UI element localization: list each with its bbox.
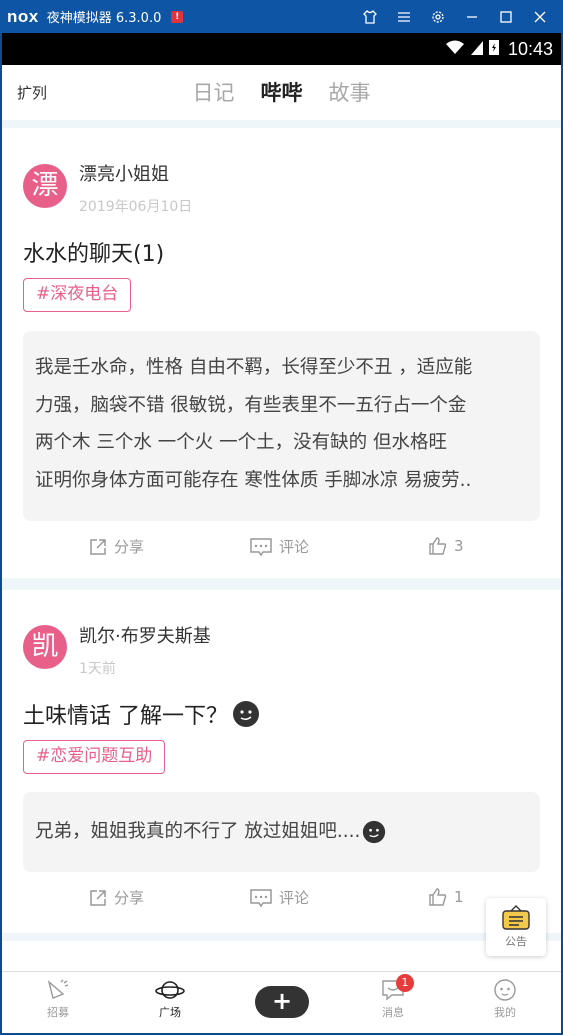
android-status-bar: 10:43 (2, 33, 561, 65)
like-count: 3 (454, 537, 464, 555)
post-title[interactable]: 水水的聊天(1) (23, 236, 164, 268)
share-button[interactable]: 分享 (88, 887, 144, 908)
tab-bibi[interactable]: 哔哔 (261, 77, 303, 107)
minimize-icon[interactable] (455, 9, 489, 25)
nav-recruit[interactable]: 招募 (28, 978, 88, 1020)
tab-diary[interactable]: 日记 (193, 77, 235, 107)
like-button[interactable]: 1 (428, 887, 464, 907)
maximize-icon[interactable] (489, 9, 523, 25)
post-username[interactable]: 漂亮小姐姐 (79, 160, 169, 186)
feed-tabs: 日记 哔哔 故事 (2, 77, 561, 107)
nav-square[interactable]: 广场 (140, 978, 200, 1020)
nav-mine-label: 我的 (494, 1006, 516, 1019)
excerpt-line: 我是壬水命，性格 自由不羁，长得至少不丑 ，适应能 (35, 357, 473, 378)
close-icon[interactable] (523, 9, 557, 25)
nav-square-label: 广场 (159, 1006, 181, 1019)
post-date: 1天前 (79, 661, 116, 677)
like-button[interactable]: 3 (428, 536, 464, 556)
profile-face-icon (494, 979, 516, 1001)
share-label: 分享 (114, 889, 145, 907)
comment-icon (250, 537, 272, 556)
post-excerpt[interactable]: 我是壬水命，性格 自由不羁，长得至少不丑 ，适应能 力强，脑袋不错 很敏锐，有些… (23, 331, 540, 521)
post-date: 2019年06月10日 (79, 199, 193, 215)
excerpt-line: 两个木 三个水 一个火 一个土，没有缺的 但水格旺 (35, 432, 448, 453)
share-label: 分享 (114, 538, 145, 556)
smirk-emoji-icon (233, 701, 259, 727)
nav-messages-label: 消息 (382, 1006, 404, 1019)
emulator-alert-icon[interactable]: ! (171, 10, 184, 23)
post-title[interactable]: 土味情话 了解一下？ (23, 698, 260, 730)
announcement-label: 公告 (505, 935, 527, 948)
top-navigation: 扩列 日记 哔哔 故事 (2, 65, 561, 120)
comment-label: 评论 (279, 538, 310, 556)
share-button[interactable]: 分享 (88, 536, 144, 557)
post-title-text: 土味情话 了解一下？ (23, 704, 228, 729)
status-time: 10:43 (507, 38, 553, 59)
unread-badge: 1 (396, 974, 414, 992)
excerpt-line: 兄弟，姐姐我真的不行了 放过姐姐吧.... (35, 821, 361, 843)
post-actions: 分享 评论 1 (2, 887, 561, 917)
topic-tag[interactable]: #深夜电台 (23, 278, 132, 312)
nav-mine[interactable]: 我的 (475, 978, 535, 1020)
share-icon (90, 538, 106, 555)
topic-tag[interactable]: #恋爱问题互助 (23, 740, 166, 774)
post-card[interactable]: 漂 漂亮小姐姐 2019年06月10日 水水的聊天(1) #深夜电台 我是壬水命… (2, 128, 561, 578)
recruit-icon (47, 979, 69, 999)
announcement-button[interactable]: 公告 (486, 898, 546, 956)
nav-messages[interactable]: 消息 (363, 978, 423, 1020)
signal-icon (470, 38, 484, 60)
avatar[interactable]: 凯 (23, 625, 67, 669)
share-icon (90, 889, 106, 906)
emulator-title: 夜神模拟器 6.3.0.0 (46, 11, 162, 26)
nav-recruit-label: 招募 (47, 1006, 69, 1019)
avatar[interactable]: 漂 (23, 164, 67, 208)
comment-button[interactable]: 评论 (249, 536, 309, 557)
status-indicators: 10:43 (444, 33, 553, 65)
excerpt-line: 力强，脑袋不错 很敏锐，有些表里不一五行占一个金 (35, 394, 467, 416)
create-post-button[interactable]: + (255, 986, 309, 1018)
post-username[interactable]: 凯尔·布罗夫斯基 (79, 622, 211, 648)
like-count: 1 (454, 888, 464, 906)
battery-icon (488, 38, 500, 60)
tab-story[interactable]: 故事 (329, 77, 371, 107)
excerpt-line: 证明你身体方面可能存在 寒性体质 手脚冰凉 易疲劳.. (35, 469, 472, 491)
emulator-window-controls (353, 0, 557, 33)
post-title-text: 水水的聊天(1) (23, 242, 165, 267)
post-card[interactable]: 凯 凯尔·布罗夫斯基 1天前 土味情话 了解一下？ #恋爱问题互助 兄弟，姐姐我… (2, 590, 561, 933)
post-excerpt[interactable]: 兄弟，姐姐我真的不行了 放过姐姐吧.... (23, 792, 540, 872)
comment-button[interactable]: 评论 (249, 887, 309, 908)
thumbs-up-icon (429, 888, 447, 906)
menu-icon[interactable] (387, 9, 421, 25)
settings-gear-icon[interactable] (421, 9, 455, 25)
planet-icon (155, 981, 185, 999)
app-screen: 扩列 日记 哔哔 故事 漂 漂亮小姐姐 2019年06月10日 水水的聊天(1)… (2, 65, 561, 1033)
comment-icon (250, 888, 272, 907)
notice-board-icon (502, 905, 530, 930)
comment-label: 评论 (279, 889, 310, 907)
wifi-icon (444, 38, 466, 60)
smirk-emoji-icon (363, 820, 386, 844)
bottom-navigation: 招募 广场 + 消息 1 我的 (2, 971, 561, 1033)
emulator-title-bar: nox 夜神模拟器 6.3.0.0 ! (0, 0, 563, 33)
post-actions: 分享 评论 3 (2, 536, 561, 566)
skin-icon[interactable] (353, 9, 387, 25)
emulator-logo: nox (7, 6, 39, 26)
thumbs-up-icon (429, 537, 447, 555)
